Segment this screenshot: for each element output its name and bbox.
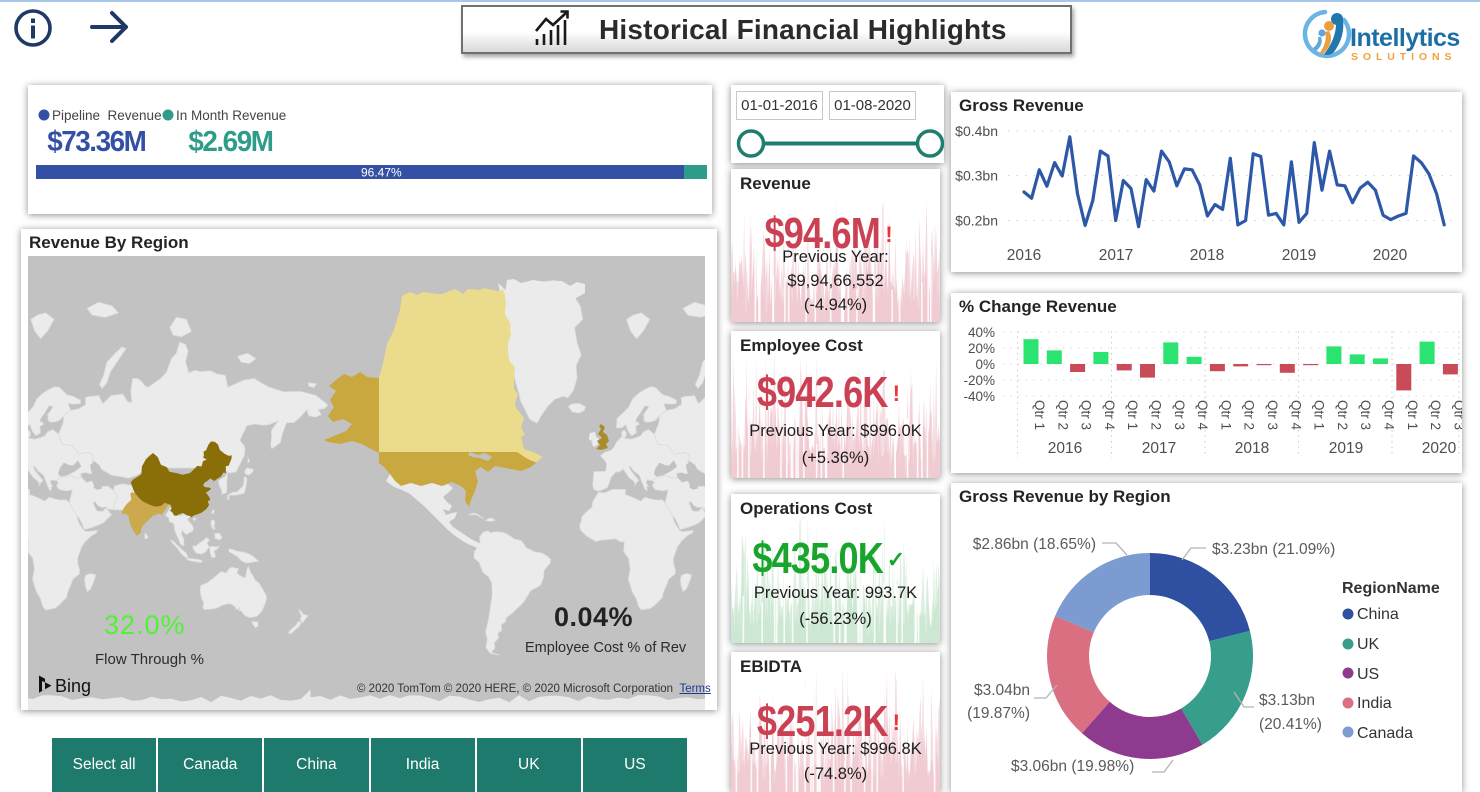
svg-text:Qtr 4: Qtr 4 — [1382, 400, 1397, 430]
svg-text:US: US — [1357, 666, 1379, 683]
svg-text:India: India — [1357, 695, 1392, 712]
svg-text:Qtr 3: Qtr 3 — [1451, 400, 1462, 430]
svg-text:Qtr 1: Qtr 1 — [1312, 400, 1327, 430]
svg-text:Qtr 2: Qtr 2 — [1149, 400, 1164, 430]
svg-text:$0.3bn: $0.3bn — [955, 168, 998, 184]
svg-text:Qtr 3: Qtr 3 — [1358, 400, 1373, 430]
svg-text:Qtr 2: Qtr 2 — [1242, 400, 1257, 430]
svg-text:Qtr 1: Qtr 1 — [1032, 400, 1047, 430]
svg-text:2017: 2017 — [1099, 247, 1133, 264]
svg-text:China: China — [1357, 606, 1399, 623]
svg-text:SOLUTIONS: SOLUTIONS — [1351, 51, 1456, 63]
svg-text:$3.23bn (21.09%): $3.23bn (21.09%) — [1212, 541, 1335, 558]
svg-text:$3.06bn (19.98%): $3.06bn (19.98%) — [1011, 758, 1134, 775]
svg-text:Qtr 3: Qtr 3 — [1265, 400, 1280, 430]
svg-text:$73.36M: $73.36M — [47, 125, 145, 158]
svg-text:Qtr 3: Qtr 3 — [1172, 400, 1187, 430]
svg-text:Qtr 4: Qtr 4 — [1102, 400, 1117, 430]
svg-text:Qtr 1: Qtr 1 — [1125, 400, 1140, 430]
svg-text:-40%: -40% — [963, 389, 995, 404]
svg-text:0%: 0% — [975, 357, 995, 372]
svg-text:Intellytics: Intellytics — [1350, 24, 1460, 52]
svg-text:Bing: Bing — [55, 676, 91, 696]
svg-text:$0.4bn: $0.4bn — [955, 123, 998, 139]
svg-text:2016: 2016 — [1007, 247, 1041, 264]
svg-text:96.47%: 96.47% — [361, 166, 402, 180]
svg-text:Qtr 2: Qtr 2 — [1055, 400, 1070, 430]
svg-text:Canada: Canada — [1357, 725, 1413, 742]
svg-text:$2.69M: $2.69M — [188, 125, 272, 158]
svg-text:2018: 2018 — [1235, 440, 1269, 457]
svg-text:$2.86bn (18.65%): $2.86bn (18.65%) — [973, 536, 1096, 553]
svg-text:$0.2bn: $0.2bn — [955, 213, 998, 229]
svg-text:UK: UK — [1357, 636, 1380, 653]
svg-text:2017: 2017 — [1142, 440, 1176, 457]
svg-text:Pipeline Revenue: Pipeline Revenue — [52, 108, 162, 123]
svg-text:2019: 2019 — [1329, 440, 1363, 457]
svg-text:(20.41%): (20.41%) — [1259, 716, 1322, 733]
svg-text:Qtr 4: Qtr 4 — [1288, 400, 1303, 430]
svg-text:Qtr 2: Qtr 2 — [1335, 400, 1350, 430]
svg-text:-20%: -20% — [963, 373, 995, 388]
svg-text:Qtr 1: Qtr 1 — [1405, 400, 1420, 430]
svg-text:2020: 2020 — [1373, 247, 1408, 264]
svg-text:Qtr 1: Qtr 1 — [1218, 400, 1233, 430]
svg-text:Qtr 3: Qtr 3 — [1079, 400, 1094, 430]
svg-text:RegionName: RegionName — [1342, 580, 1440, 597]
svg-text:2019: 2019 — [1282, 247, 1316, 264]
svg-text:2016: 2016 — [1048, 440, 1082, 457]
svg-text:20%: 20% — [968, 341, 995, 356]
svg-text:In Month Revenue: In Month Revenue — [176, 108, 286, 123]
svg-text:40%: 40% — [968, 325, 995, 340]
svg-text:$3.04bn: $3.04bn — [974, 682, 1030, 699]
svg-text:Qtr 2: Qtr 2 — [1428, 400, 1443, 430]
svg-text:2020: 2020 — [1422, 440, 1457, 457]
svg-text:2018: 2018 — [1190, 247, 1224, 264]
svg-text:(19.87%): (19.87%) — [967, 705, 1030, 722]
svg-text:$3.13bn: $3.13bn — [1259, 692, 1315, 709]
svg-text:Qtr 4: Qtr 4 — [1195, 400, 1210, 430]
